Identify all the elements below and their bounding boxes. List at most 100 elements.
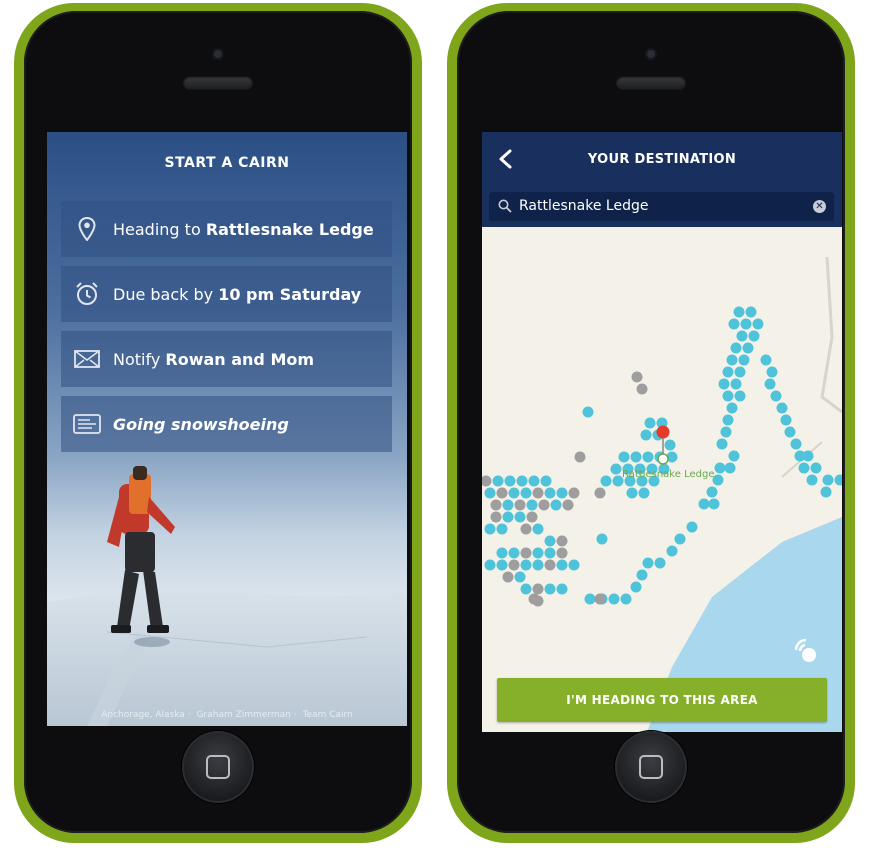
trail-dot: [526, 511, 538, 523]
trail-dot: [642, 451, 654, 463]
locate-signal-icon[interactable]: [790, 636, 820, 666]
trail-dot: [780, 414, 792, 426]
trail-dot: [496, 559, 508, 571]
trail-dot: [630, 451, 642, 463]
trail-dot: [752, 318, 764, 330]
trail-dot: [484, 559, 496, 571]
trail-dot: [734, 390, 746, 402]
row-prefix: Due back by: [113, 284, 219, 304]
trail-dot: [706, 486, 718, 498]
trail-dot: [631, 371, 643, 383]
trail-dot: [532, 559, 544, 571]
trail-dot: [502, 511, 514, 523]
trail-dot: [770, 390, 782, 402]
trail-dot: [798, 462, 810, 474]
trail-dot: [514, 571, 526, 583]
trail-dot: [720, 426, 732, 438]
trail-dot: [492, 475, 504, 487]
row-value: 10 pm Saturday: [218, 284, 362, 304]
trail-dot: [496, 523, 508, 535]
clear-icon[interactable]: ✕: [813, 200, 826, 213]
trail-dot: [496, 547, 508, 559]
trail-dot: [733, 306, 745, 318]
alarm-clock-icon: [76, 282, 98, 305]
trail-dot: [550, 499, 562, 511]
trail-dot: [664, 439, 676, 451]
trail-dot: [718, 378, 730, 390]
trail-dot: [502, 499, 514, 511]
trail-dot: [802, 450, 814, 462]
trail-dot: [686, 521, 698, 533]
trail-dot: [790, 438, 802, 450]
trail-dot: [722, 366, 734, 378]
trail-dot: [640, 429, 652, 441]
trail-dot: [716, 438, 728, 450]
photo-credits: Anchorage, Alaska · Graham Zimmerman · Tea…: [101, 710, 353, 720]
trail-dot: [532, 523, 544, 535]
trail-dot: [584, 593, 596, 605]
phone-body: START A CAIRN Heading to Rattlesnake Led…: [24, 11, 412, 833]
trail-dot: [638, 487, 650, 499]
trail-dot: [806, 474, 818, 486]
trail-dot: [822, 474, 834, 486]
trail-dot: [734, 366, 746, 378]
trail-dot: [600, 475, 612, 487]
trail-dot: [556, 583, 568, 595]
trail-dot: [666, 545, 678, 557]
note-icon: [73, 414, 101, 434]
trail-dot: [532, 595, 544, 607]
heading-to-area-button[interactable]: I'M HEADING TO THIS AREA: [497, 678, 827, 722]
trail-dot: [490, 511, 502, 523]
trail-dot: [544, 535, 556, 547]
trail-dot: [484, 487, 496, 499]
place-label: Rattlesnake Ledge: [622, 469, 714, 480]
home-button[interactable]: [182, 731, 254, 803]
search-value: Rattlesnake Ledge: [519, 198, 649, 214]
trail-dot: [726, 402, 738, 414]
trail-dot: [574, 451, 586, 463]
trail-dot: [508, 487, 520, 499]
trail-dot: [722, 414, 734, 426]
trail-dot: [728, 318, 740, 330]
notify-row[interactable]: Notify Rowan and Mom: [61, 331, 392, 387]
search-input[interactable]: Rattlesnake Ledge ✕: [489, 192, 834, 221]
trail-dot: [776, 402, 788, 414]
trail-dot: [514, 499, 526, 511]
trail-dot: [810, 462, 822, 474]
trail-dot: [820, 486, 832, 498]
due-back-row[interactable]: Due back by 10 pm Saturday: [61, 266, 392, 322]
row-prefix: Heading to: [113, 219, 206, 239]
trail-dot: [520, 559, 532, 571]
trail-dot: [568, 559, 580, 571]
trail-dot: [636, 569, 648, 581]
camera-icon: [645, 48, 657, 60]
map-view[interactable]: Rattlesnake Ledge: [482, 227, 842, 732]
trail-dot: [626, 487, 638, 499]
home-button[interactable]: [615, 731, 687, 803]
trail-dot: [496, 487, 508, 499]
trail-dot: [722, 390, 734, 402]
trail-dot: [528, 475, 540, 487]
trail-dot: [532, 583, 544, 595]
note-row[interactable]: Going snowshoeing: [61, 396, 392, 452]
trail-dot: [556, 559, 568, 571]
trail-dot: [556, 547, 568, 559]
trail-dot: [784, 426, 796, 438]
trail-dot: [582, 406, 594, 418]
search-icon: [498, 199, 512, 213]
trail-dot: [644, 417, 656, 429]
screen-title: YOUR DESTINATION: [587, 152, 737, 167]
trail-dot: [568, 487, 580, 499]
trail-dot: [508, 547, 520, 559]
destination-screen: YOUR DESTINATION Rattlesnake Ledge ✕ Rat…: [482, 132, 842, 732]
row-prefix: Notify: [113, 349, 166, 369]
trail-dot: [726, 354, 738, 366]
trail-dot: [538, 499, 550, 511]
destination-row[interactable]: Heading to Rattlesnake Ledge: [61, 201, 392, 257]
trail-dot: [642, 557, 654, 569]
trail-dot: [514, 511, 526, 523]
trail-dot: [742, 342, 754, 354]
trail-dot: [654, 557, 666, 569]
trail-dot: [532, 487, 544, 499]
trail-dot: [748, 330, 760, 342]
